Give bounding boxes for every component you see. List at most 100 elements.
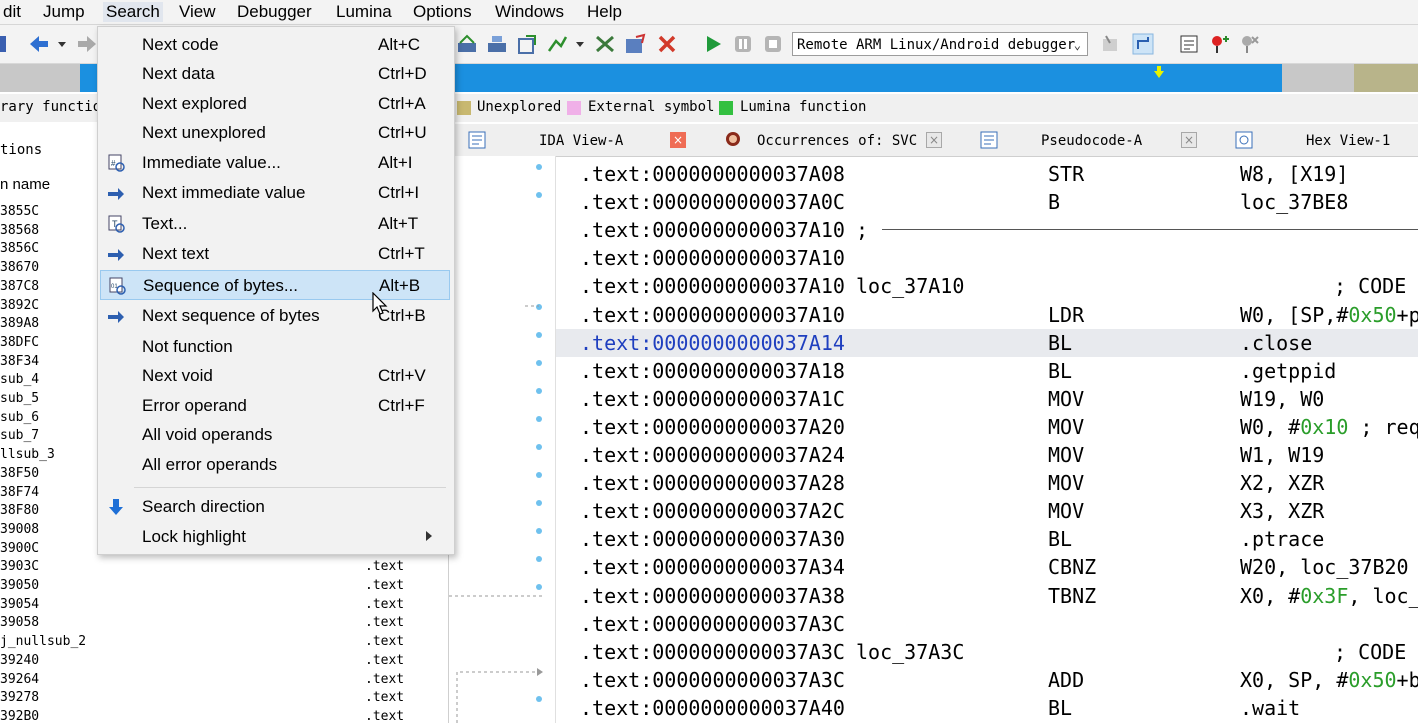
tab-bar: IDA View-A × Occurrences of: SVC × Pseud… xyxy=(449,124,1418,157)
function-row[interactable]: 39058 .text xyxy=(0,615,440,633)
start-process-icon[interactable] xyxy=(702,33,724,55)
menu-item-next-unexplored[interactable]: Next unexplored Ctrl+U xyxy=(100,118,450,148)
disasm-address: .text:0000000000037A3C xyxy=(580,639,845,664)
menu-item-next-void[interactable]: Next void Ctrl+V xyxy=(100,361,450,391)
submenu-arrow-icon xyxy=(426,531,432,541)
save-icon[interactable] xyxy=(0,33,22,55)
disasm-line[interactable]: .text:0000000000037A3C ADD X0, SP, #0x50+b xyxy=(556,666,1418,694)
toolbar-graph-icon-2[interactable] xyxy=(486,33,508,55)
menu-item-not-function[interactable]: Not function xyxy=(100,332,450,362)
menu-search[interactable]: Search xyxy=(103,2,163,22)
tab-ida-view-a[interactable]: IDA View-A xyxy=(539,133,623,149)
function-row[interactable]: 39240 .text xyxy=(0,653,440,671)
menu-item-next-immediate-value[interactable]: Next immediate value Ctrl+I xyxy=(100,178,450,208)
toolbar-graph-icon-3[interactable] xyxy=(516,33,538,55)
menu-windows[interactable]: Windows xyxy=(492,2,567,22)
menu-item-immediate-value[interactable]: # Immediate value... Alt+I xyxy=(100,148,450,178)
menu-item-all-error-operands[interactable]: All error operands xyxy=(100,450,450,480)
menu-edit[interactable]: dit xyxy=(0,2,24,22)
column-header-function-name[interactable]: n name xyxy=(0,176,50,193)
menu-item-next-data[interactable]: Next data Ctrl+D xyxy=(100,59,450,89)
disasm-line[interactable]: .text:0000000000037A2C MOV X3, XZR xyxy=(556,497,1418,525)
function-row[interactable]: 39278 .text xyxy=(0,690,440,708)
function-row[interactable]: j_nullsub_2 .text xyxy=(0,634,440,652)
menu-item-next-sequence-of-bytes[interactable]: Next sequence of bytes Ctrl+B xyxy=(100,301,450,331)
tab-occurrences-svc[interactable]: Occurrences of: SVC xyxy=(757,133,917,149)
menu-item-error-operand[interactable]: Error operand Ctrl+F xyxy=(100,391,450,421)
add-breakpoint-icon[interactable] xyxy=(1208,33,1230,55)
disasm-line[interactable]: .text:0000000000037A08 STR W8, [X19] xyxy=(556,160,1418,188)
disasm-line[interactable]: .text:0000000000037A3C xyxy=(556,610,1418,638)
disasm-line[interactable]: .text:0000000000037A10 LDR W0, [SP,#0x50+p xyxy=(556,301,1418,329)
back-arrow-icon[interactable] xyxy=(28,33,50,55)
function-row[interactable]: 39050 .text xyxy=(0,578,440,596)
debugger-select[interactable]: Remote ARM Linux/Android debugger ⌄ xyxy=(792,32,1088,56)
next-byte-sequence-icon xyxy=(108,311,124,323)
menu-item-search-direction[interactable]: Search direction xyxy=(100,492,450,522)
disasm-line[interactable]: .text:0000000000037A24 MOV W1, W19 xyxy=(556,441,1418,469)
disassembly-view[interactable]: .text:0000000000037A08 STR W8, [X19] .text:… xyxy=(556,158,1418,723)
menu-item-lock-highlight[interactable]: Lock highlight xyxy=(100,522,450,552)
breakpoint-list-icon[interactable] xyxy=(1178,33,1200,55)
attach-icon[interactable] xyxy=(1100,33,1122,55)
disasm-address: .text:0000000000037A10 xyxy=(580,246,845,271)
close-tab-ida-view-icon[interactable]: × xyxy=(670,132,686,148)
function-name: 39240 xyxy=(0,652,40,668)
disasm-operands: X3, XZR xyxy=(1240,499,1325,524)
tab-pseudocode-a[interactable]: Pseudocode-A xyxy=(1041,133,1142,149)
delete-breakpoint-icon[interactable] xyxy=(1238,33,1260,55)
disasm-operands: W20, loc_37B20 xyxy=(1240,555,1409,580)
menu-item-next-explored[interactable]: Next explored Ctrl+A xyxy=(100,89,450,119)
menu-item-all-void-operands[interactable]: All void operands xyxy=(100,420,450,450)
toolbar-step-icon[interactable] xyxy=(546,33,568,55)
pause-process-icon[interactable] xyxy=(732,33,754,55)
disasm-line[interactable]: .text:0000000000037A34 CBNZ W20, loc_37B20 xyxy=(556,553,1418,581)
menu-item-shortcut: Ctrl+A xyxy=(378,94,426,113)
disasm-line[interactable]: .text:0000000000037A1C MOV W19, W0 xyxy=(556,385,1418,413)
disasm-line[interactable]: .text:0000000000037A10 loc_37A10 ; CODE xyxy=(556,272,1418,300)
forward-arrow-icon[interactable] xyxy=(76,33,98,55)
close-tab-occurrences-icon[interactable]: × xyxy=(926,132,942,148)
toolbar-dropdown-icon[interactable] xyxy=(574,33,586,55)
disasm-line[interactable]: .text:0000000000037A28 MOV X2, XZR xyxy=(556,469,1418,497)
menu-lumina[interactable]: Lumina xyxy=(333,2,395,22)
toolbar-edit-icon[interactable] xyxy=(624,33,646,55)
toolbar-graph-icon-1[interactable] xyxy=(456,33,478,55)
menu-item-next-code[interactable]: Next code Alt+C xyxy=(100,30,450,60)
disasm-line[interactable]: .text:0000000000037A10 xyxy=(556,244,1418,272)
disasm-line[interactable]: .text:0000000000037A3C loc_37A3C ; CODE xyxy=(556,638,1418,666)
menu-options[interactable]: Options xyxy=(410,2,475,22)
menu-item-next-text[interactable]: Next text Ctrl+T xyxy=(100,239,450,269)
mouse-cursor-icon xyxy=(372,292,388,315)
disasm-line[interactable]: .text:0000000000037A30 BL .ptrace xyxy=(556,525,1418,553)
function-name: 38F74 xyxy=(0,484,40,500)
legend-swatch-external xyxy=(567,101,581,115)
back-history-dropdown-icon[interactable] xyxy=(56,33,68,55)
disasm-mnemonic: MOV xyxy=(1048,443,1085,467)
function-row[interactable]: 392B0 .text xyxy=(0,709,440,723)
menu-item-sequence-of-bytes[interactable]: 01 Sequence of bytes... Alt+B xyxy=(100,270,450,300)
disasm-line[interactable]: .text:0000000000037A18 BL .getppid xyxy=(556,357,1418,385)
function-row[interactable]: 39264 .text xyxy=(0,672,440,690)
menu-jump[interactable]: Jump xyxy=(40,2,88,22)
close-tab-pseudocode-icon[interactable]: × xyxy=(1181,132,1197,148)
disasm-line[interactable]: .text:0000000000037A10; xyxy=(556,216,1418,244)
menu-view[interactable]: View xyxy=(176,2,219,22)
menu-item-text[interactable]: T Text... Alt+T xyxy=(100,209,450,239)
disasm-line[interactable]: .text:0000000000037A40 BL .wait xyxy=(556,694,1418,722)
menu-item-label: Next explored xyxy=(142,94,247,113)
disasm-line[interactable]: .text:0000000000037A14 BL .close xyxy=(556,328,1418,357)
menu-help[interactable]: Help xyxy=(584,2,625,22)
function-row[interactable]: 3903C .text xyxy=(0,559,440,577)
function-row[interactable]: 39054 .text xyxy=(0,597,440,615)
detach-icon[interactable] xyxy=(1132,33,1154,55)
stop-process-icon[interactable] xyxy=(762,33,784,55)
toolbar-patch-icon[interactable] xyxy=(594,33,616,55)
menu-debugger[interactable]: Debugger xyxy=(234,2,315,22)
tab-hex-view-1[interactable]: Hex View-1 xyxy=(1306,133,1390,149)
disasm-line[interactable]: .text:0000000000037A38 TBNZ X0, #0x3F, loc… xyxy=(556,582,1418,610)
disasm-line[interactable]: .text:0000000000037A0C Bloc_37BE8 xyxy=(556,188,1418,216)
disasm-line[interactable]: .text:0000000000037A20 MOV W0, #0x10 ; req xyxy=(556,413,1418,441)
menu-item-label: Next code xyxy=(142,35,219,54)
close-x-icon[interactable] xyxy=(656,33,678,55)
